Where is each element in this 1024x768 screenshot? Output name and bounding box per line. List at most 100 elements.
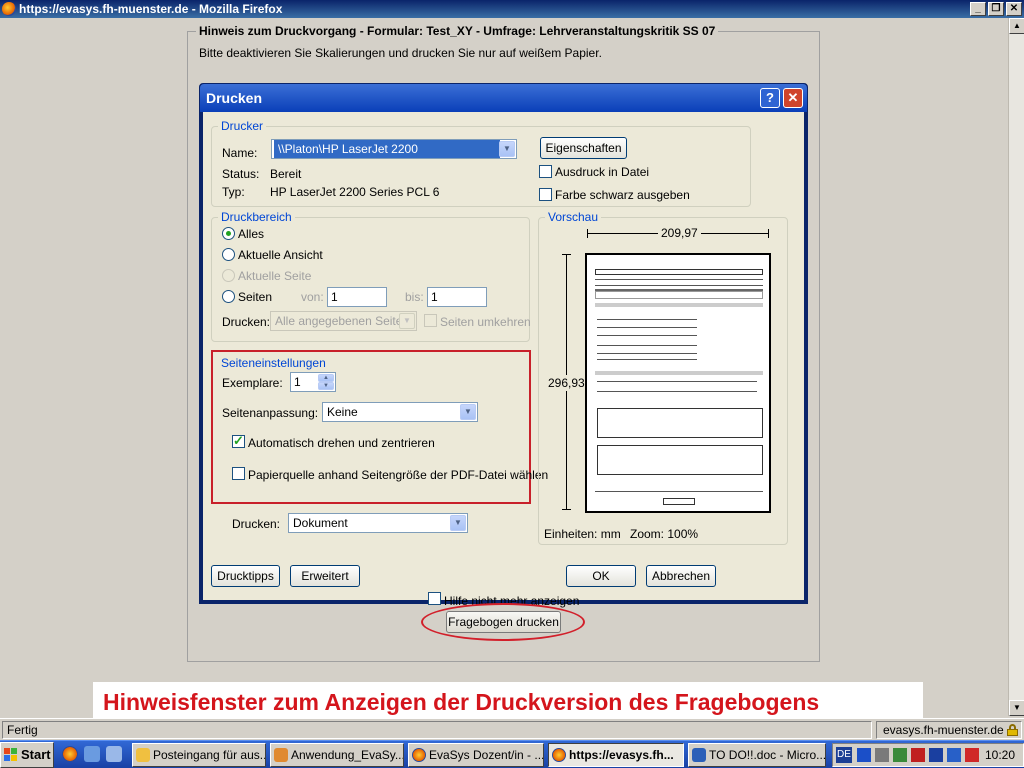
lock-icon[interactable] [1007, 724, 1018, 736]
desktop-quicklaunch-icon[interactable] [106, 746, 122, 762]
print-tips-button[interactable]: Drucktipps [211, 565, 280, 587]
color-black-checkbox[interactable] [539, 188, 552, 201]
paper-source-checkbox[interactable] [232, 467, 245, 480]
to-page-input[interactable]: 1 [427, 287, 487, 307]
check-icon[interactable] [929, 748, 943, 762]
mail-icon [136, 748, 150, 762]
scroll-down-icon[interactable]: ▼ [1009, 700, 1024, 716]
minimize-button[interactable]: _ [970, 2, 986, 16]
printer-status-value: Bereit [270, 167, 302, 181]
antivirus-icon[interactable] [965, 748, 979, 762]
width-tick-left [587, 229, 588, 238]
range-current-page-label: Aktuelle Seite [238, 269, 312, 283]
scroll-up-icon[interactable]: ▲ [1009, 18, 1024, 34]
restore-button[interactable]: ❐ [988, 2, 1004, 16]
printer-name-label: Name: [222, 146, 258, 160]
caption: Hinweisfenster zum Anzeigen der Druckver… [93, 682, 923, 722]
status-bar: Fertig evasys.fh-muenster.de [0, 718, 1024, 740]
print-what-value: Dokument [293, 516, 348, 530]
height-tick-top [562, 254, 571, 255]
spin-down-icon[interactable]: ▼ [318, 382, 334, 390]
task-anwendung-label: Anwendung_EvaSy... [291, 748, 404, 762]
preview-comment-box [597, 408, 763, 438]
chevron-down-icon[interactable]: ▼ [460, 404, 476, 420]
status-domain: evasys.fh-muenster.de [883, 723, 1004, 737]
hint-legend: Hinweis zum Druckvorgang - Formular: Tes… [196, 24, 719, 38]
properties-button[interactable]: Eigenschaften [540, 137, 627, 159]
highlight-ellipse [421, 603, 585, 641]
task-outlook[interactable]: Posteingang für aus... [132, 743, 266, 767]
chevron-down-icon[interactable]: ▼ [399, 313, 415, 329]
task-todo-doc-label: TO DO!!.doc - Micro... [709, 748, 826, 762]
preview-line [595, 279, 763, 280]
chevron-down-icon[interactable]: ▼ [450, 515, 466, 531]
color-black-label: Farbe schwarz ausgeben [555, 188, 690, 202]
mail-quicklaunch-icon[interactable] [84, 746, 100, 762]
print-dialog: Drucken ? ✕ Drucker Name: \\Platon\HP La… [199, 83, 808, 604]
network-icon[interactable] [875, 748, 889, 762]
status-text: Fertig [2, 721, 872, 739]
preview-section-bar [595, 371, 763, 375]
printer-type-value: HP LaserJet 2200 Series PCL 6 [270, 185, 440, 199]
ok-button[interactable]: OK [566, 565, 636, 587]
vertical-scrollbar[interactable]: ▲ ▼ [1008, 18, 1024, 716]
task-todo-doc[interactable]: TO DO!!.doc - Micro... [688, 743, 826, 767]
page-settings-legend: Seiteneinstellungen [218, 356, 329, 370]
help-button[interactable]: ? [760, 88, 780, 108]
preview-line [597, 359, 697, 360]
media-icon[interactable] [857, 748, 871, 762]
range-current-view-radio[interactable] [222, 248, 235, 261]
auto-rotate-checkbox[interactable] [232, 433, 245, 449]
preview-line [597, 381, 757, 382]
print-to-file-checkbox[interactable] [539, 165, 552, 178]
task-anwendung[interactable]: Anwendung_EvaSy... [270, 743, 404, 767]
from-label: von: [301, 290, 324, 304]
firefox-quicklaunch-icon[interactable] [62, 746, 78, 762]
preview-line [597, 327, 697, 328]
preview-line [597, 391, 757, 392]
print-range-legend: Druckbereich [218, 210, 295, 224]
firefox-icon [552, 748, 566, 762]
warning-icon[interactable] [911, 748, 925, 762]
task-evasys-https[interactable]: https://evasys.fh... [548, 743, 684, 767]
preview-section-bar [595, 303, 763, 307]
advanced-button[interactable]: Erweitert [290, 565, 360, 587]
start-button[interactable]: Start [0, 742, 54, 768]
preview-comment-box [597, 445, 763, 475]
spin-up-icon[interactable]: ▲ [318, 374, 334, 382]
chevron-down-icon[interactable]: ▼ [499, 141, 515, 157]
windows-logo-icon [4, 748, 18, 762]
range-print-select[interactable]: Alle angegebenen Seiten ▼ [270, 311, 417, 331]
print-what-select[interactable]: Dokument ▼ [288, 513, 468, 533]
presentation-icon [274, 748, 288, 762]
range-pages-radio[interactable] [222, 290, 235, 303]
range-current-page-radio[interactable] [222, 269, 235, 282]
close-window-button[interactable]: ✕ [1006, 2, 1022, 16]
task-evasys-https-label: https://evasys.fh... [569, 748, 674, 762]
from-page-input[interactable]: 1 [327, 287, 387, 307]
preview-zoom: Zoom: 100% [630, 527, 699, 541]
security-icon[interactable] [893, 748, 907, 762]
copies-input[interactable]: 1 ▲ ▼ [290, 372, 336, 392]
language-indicator[interactable]: DE [836, 747, 852, 763]
printer-group-legend: Drucker [218, 119, 267, 133]
fit-select[interactable]: Keine ▼ [322, 402, 478, 422]
hint-text: Bitte deaktivieren Sie Skalierungen und … [199, 46, 602, 60]
task-evasys-dozent[interactable]: EvaSys Dozent/in - ... [408, 743, 544, 767]
print-to-file-label: Ausdruck in Datei [555, 165, 650, 179]
print-what-label: Drucken: [232, 517, 281, 531]
dont-show-checkbox[interactable] [428, 592, 441, 605]
preview-line [597, 345, 697, 346]
range-pages-label: Seiten [238, 290, 273, 304]
task-evasys-dozent-label: EvaSys Dozent/in - ... [429, 748, 544, 762]
fit-label: Seitenanpassung: [222, 406, 319, 420]
printer-name-select[interactable]: \\Platon\HP LaserJet 2200 ▼ [271, 139, 517, 159]
update-icon[interactable] [947, 748, 961, 762]
reverse-pages-label: Seiten umkehren [440, 315, 531, 329]
reverse-pages-checkbox[interactable] [424, 314, 437, 327]
to-label: bis: [405, 290, 424, 304]
print-dialog-body: Drucker Name: \\Platon\HP LaserJet 2200 … [203, 112, 804, 600]
range-all-radio[interactable] [222, 227, 235, 240]
cancel-button[interactable]: Abbrechen [646, 565, 716, 587]
dialog-close-button[interactable]: ✕ [783, 88, 803, 108]
